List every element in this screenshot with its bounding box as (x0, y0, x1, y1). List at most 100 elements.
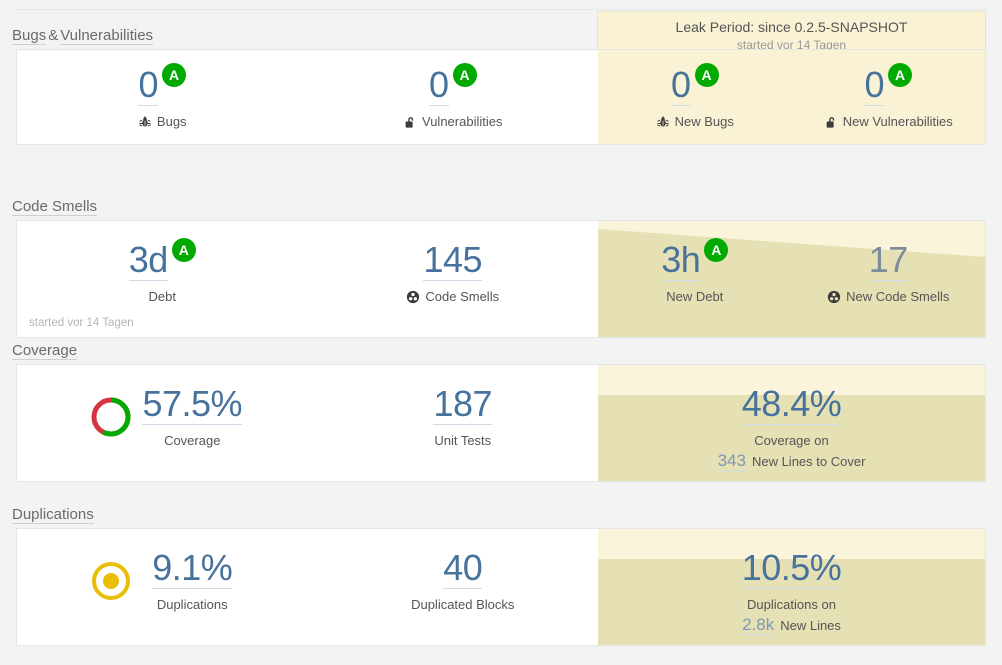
section-bugs-vulnerabilities: Bugs & Vulnerabilities 0 A Bugs 0 A Vuln… (0, 25, 1002, 145)
measure-new-lines-label: New Lines (780, 618, 841, 633)
measure-new-lines-row: 2.8k New Lines (742, 615, 841, 635)
measure-bugs-value-row: 0 A (138, 63, 187, 106)
measure-new-code-smells-value-row: 17 (868, 241, 908, 281)
rating-badge-security[interactable]: A (452, 63, 477, 87)
measure-duplicated-blocks-label: Duplicated Blocks (411, 597, 515, 612)
measure-new-lines-value[interactable]: 2.8k (742, 615, 775, 635)
measure-new-debt: 3h A New Debt (598, 221, 792, 337)
measure-debt: 3d A Debt (17, 221, 308, 337)
measure-new-duplications-value-row: 10.5% (741, 549, 842, 589)
measure-new-debt-label-row: New Debt (666, 289, 723, 304)
measure-duplications-value[interactable]: 9.1% (152, 549, 233, 589)
measure-unit-tests-label-row: Unit Tests (434, 433, 491, 448)
link-vulnerabilities[interactable]: Vulnerabilities (60, 27, 154, 45)
link-duplications[interactable]: Duplications (12, 506, 94, 524)
measure-code-smells-label-row: Code Smells (406, 289, 499, 304)
measure-new-coverage: 48.4% Coverage on 343 New Lines to Cover (598, 365, 985, 481)
link-bugs[interactable]: Bugs (12, 27, 47, 45)
section-duplications: Duplications 9.1% Duplications 40 Duplic… (0, 504, 1002, 646)
panel-overall-code-smells: 3d A Debt 145 Code Smells started vor 14… (17, 221, 598, 337)
measure-bugs-label: Bugs (156, 114, 187, 129)
measure-code-smells-label: Code Smells (425, 289, 500, 304)
measure-new-vulnerabilities-label-row: New Vulnerabilities (824, 114, 953, 129)
measure-code-smells-value[interactable]: 145 (423, 241, 483, 281)
measure-coverage-value-row: 57.5% (142, 385, 243, 425)
rating-badge-new-security[interactable]: A (888, 63, 913, 87)
measure-debt-label-row: Debt (149, 289, 176, 304)
measure-new-vulnerabilities-value-row: 0 A (864, 63, 913, 106)
measure-code-smells: 145 Code Smells (308, 221, 599, 337)
panel-leak-coverage: 48.4% Coverage on 343 New Lines to Cover (598, 365, 985, 481)
rating-badge-maintainability[interactable]: A (171, 238, 196, 262)
measure-code-smells-value-row: 145 (423, 241, 483, 281)
measure-new-coverage-label: Coverage on (754, 433, 829, 448)
measure-new-bugs-label: New Bugs (674, 114, 734, 129)
measure-new-bugs-value-row: 0 A (670, 63, 719, 106)
measure-duplicated-blocks-value[interactable]: 40 (443, 549, 483, 589)
measure-new-duplications: 10.5% Duplications on 2.8k New Lines (598, 529, 985, 645)
measure-duplications-label: Duplications (156, 597, 228, 612)
measure-duplicated-blocks-value-row: 40 (443, 549, 483, 589)
card-coverage: 57.5% Coverage 187 Unit Tests 48.4% Cove… (16, 364, 986, 482)
measure-new-coverage-label-row: Coverage on (754, 433, 828, 448)
panel-overall-bugs: 0 A Bugs 0 A Vulnerabilities (17, 50, 598, 144)
measure-bugs: 0 A Bugs (17, 50, 308, 144)
measure-unit-tests-value-row: 187 (433, 385, 493, 425)
measure-new-vulnerabilities-value[interactable]: 0 (864, 66, 885, 106)
measure-debt-value[interactable]: 3d (128, 241, 168, 281)
measure-new-bugs-label-row: New Bugs (656, 114, 734, 129)
link-coverage[interactable]: Coverage (12, 342, 78, 360)
measure-coverage-label: Coverage (164, 433, 221, 448)
bug-icon (139, 115, 151, 127)
measure-bugs-value[interactable]: 0 (138, 66, 159, 106)
measure-unit-tests-label: Unit Tests (434, 433, 492, 448)
measure-duplications: 9.1% Duplications (17, 529, 328, 645)
measure-new-coverage-value-row: 48.4% (741, 385, 842, 425)
panel-leak-duplications: 10.5% Duplications on 2.8k New Lines (598, 529, 985, 645)
measure-vulnerabilities-value[interactable]: 0 (428, 66, 449, 106)
top-divider (16, 9, 986, 10)
measure-duplicated-blocks-label-row: Duplicated Blocks (411, 597, 514, 612)
open-lock-icon (405, 116, 414, 128)
measure-new-code-smells-label: New Code Smells (846, 289, 950, 304)
measure-new-bugs: 0 A New Bugs (598, 50, 792, 144)
measure-coverage-value[interactable]: 57.5% (142, 385, 243, 425)
measure-vulnerabilities-value-row: 0 A (428, 63, 477, 106)
measure-coverage-label-row: Coverage (164, 433, 220, 448)
rating-badge-reliability[interactable]: A (162, 63, 187, 87)
measure-unit-tests: 187 Unit Tests (328, 365, 599, 481)
link-code-smells[interactable]: Code Smells (12, 198, 98, 216)
measure-new-duplications-label: Duplications on (747, 597, 836, 612)
rating-badge-new-reliability[interactable]: A (694, 63, 719, 87)
section-title-coverage: Coverage (12, 340, 1002, 364)
card-duplications: 9.1% Duplications 40 Duplicated Blocks 1… (16, 528, 986, 646)
card-code-smells: 3d A Debt 145 Code Smells started vor 14… (16, 220, 986, 338)
rating-badge-new-maintainability[interactable]: A (704, 238, 729, 262)
bug-icon (656, 115, 669, 127)
section-title-duplications: Duplications (12, 504, 1002, 528)
measure-debt-value-row: 3d A (128, 238, 196, 281)
measure-unit-tests-value[interactable]: 187 (433, 385, 493, 425)
measure-duplications-value-row: 9.1% (152, 549, 233, 589)
measure-new-vulnerabilities-label: New Vulnerabilities (842, 114, 953, 129)
title-ampersand: & (48, 27, 59, 44)
measure-new-bugs-value[interactable]: 0 (670, 66, 691, 106)
measure-new-code-smells-label-row: New Code Smells (827, 289, 949, 304)
measure-new-duplications-value[interactable]: 10.5% (741, 549, 842, 589)
measure-new-lines-to-cover-row: 343 New Lines to Cover (717, 451, 866, 471)
code-smell-icon (827, 290, 841, 303)
measure-vulnerabilities: 0 A Vulnerabilities (308, 50, 599, 144)
measure-debt-label: Debt (148, 289, 176, 304)
measure-coverage: 57.5% Coverage (17, 365, 328, 481)
panel-leak-bugs: 0 A New Bugs 0 A New Vulnerabilities (598, 50, 985, 144)
measure-new-debt-label: New Debt (666, 289, 724, 304)
card-bugs-vulnerabilities: 0 A Bugs 0 A Vulnerabilities 0 A New Bug… (16, 49, 986, 145)
measure-new-lines-to-cover-value[interactable]: 343 (717, 451, 746, 471)
measure-new-debt-value[interactable]: 3h (661, 241, 701, 281)
measure-bugs-label-row: Bugs (138, 114, 187, 129)
open-lock-icon (826, 116, 834, 128)
measure-new-lines-to-cover-label: New Lines to Cover (751, 454, 866, 469)
measure-new-code-smells-value[interactable]: 17 (868, 241, 908, 281)
measure-new-coverage-value[interactable]: 48.4% (741, 385, 842, 425)
measure-duplicated-blocks: 40 Duplicated Blocks (328, 529, 599, 645)
